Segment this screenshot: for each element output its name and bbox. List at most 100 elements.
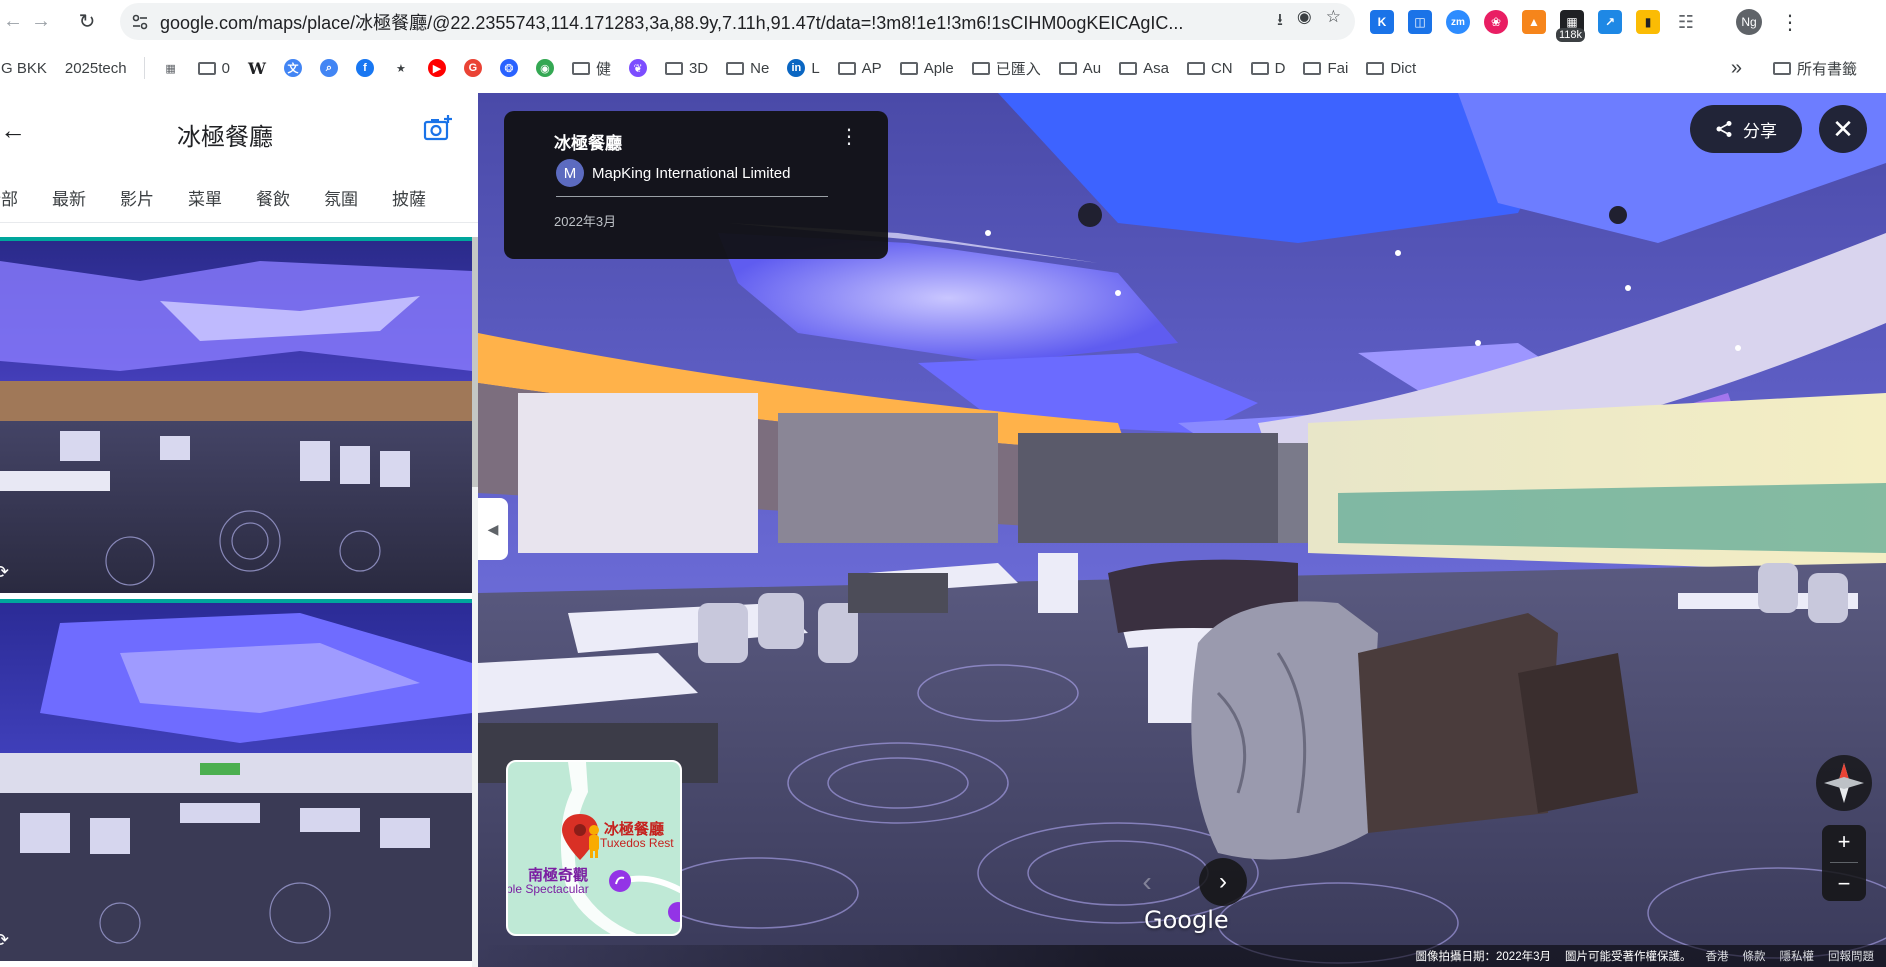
360-photo-icon: ⟳ bbox=[0, 562, 9, 583]
compass-icon[interactable] bbox=[1816, 755, 1872, 811]
add-photo-icon[interactable] bbox=[422, 113, 454, 145]
bookmark-label: Aple bbox=[923, 59, 954, 77]
bookmark-link[interactable]: ⌕ bbox=[311, 53, 347, 83]
google-icon: G bbox=[463, 59, 482, 77]
browser-toolbar: ← → ↻ google.com/maps/place/冰極餐廳/@22.235… bbox=[0, 0, 1886, 43]
folder-icon bbox=[571, 61, 590, 75]
profile-avatar[interactable]: Ng bbox=[1736, 9, 1762, 35]
author-name[interactable]: MapKing International Limited bbox=[592, 165, 790, 182]
bookmark-folder[interactable]: 已匯入 bbox=[963, 53, 1050, 83]
graph-extension-icon[interactable]: ↗ bbox=[1598, 10, 1622, 34]
photo-thumbnail[interactable]: ⟳ bbox=[0, 237, 472, 593]
photo-tab[interactable]: 披薩 bbox=[375, 185, 443, 210]
shield-extension-icon[interactable]: ◫ bbox=[1408, 10, 1432, 34]
bookmark-label: 健 bbox=[595, 60, 611, 78]
folder-icon bbox=[1058, 61, 1077, 75]
zoom-in-icon[interactable]: + bbox=[1838, 829, 1851, 855]
panel-title: 冰極餐廳 bbox=[177, 124, 273, 151]
region-link[interactable]: 香港 bbox=[1706, 948, 1729, 964]
bookmarks-separator bbox=[143, 57, 145, 79]
zoom-controls: + − bbox=[1822, 825, 1866, 901]
install-app-icon[interactable]: ⭳ bbox=[1277, 7, 1283, 36]
bookmarks-overflow-icon[interactable]: » bbox=[1731, 57, 1742, 80]
more-options-icon[interactable]: ⋮ bbox=[839, 127, 859, 147]
photo-info-card: 冰極餐廳 M MapKing International Limited 202… bbox=[504, 111, 888, 259]
bookmark-label: 2025tech bbox=[64, 59, 127, 77]
terms-link[interactable]: 條款 bbox=[1743, 948, 1766, 964]
bookmark-folder[interactable]: Au bbox=[1050, 53, 1110, 83]
folder-icon bbox=[664, 61, 683, 75]
zoom-out-icon[interactable]: − bbox=[1838, 871, 1851, 897]
url-text[interactable]: google.com/maps/place/冰極餐廳/@22.2355743,1… bbox=[160, 9, 1263, 35]
puzzle-extension-icon[interactable]: ☷ bbox=[1674, 10, 1698, 34]
folder-icon bbox=[1119, 61, 1138, 75]
minimap-place-label-en: Tuxedos Rest bbox=[600, 836, 674, 850]
brain-extension-icon[interactable]: ❀ bbox=[1484, 10, 1508, 34]
bookmark-folder[interactable]: D bbox=[1242, 53, 1295, 83]
bookmark-star-icon[interactable]: ☆ bbox=[1326, 7, 1341, 36]
bookmark-link[interactable]: ❦ bbox=[620, 53, 656, 83]
place-name[interactable]: 冰極餐廳 bbox=[554, 129, 622, 154]
star-icon: ★ bbox=[396, 62, 406, 75]
bookmark-link[interactable]: W bbox=[239, 53, 275, 83]
bookmark-link[interactable]: in L bbox=[778, 53, 828, 83]
metamask-extension-icon[interactable]: ▲ bbox=[1522, 10, 1546, 34]
reload-icon[interactable]: ↻ bbox=[70, 4, 104, 38]
photo-tab[interactable]: 最新 bbox=[35, 185, 103, 210]
street-view-panorama[interactable]: 冰極餐廳 M MapKing International Limited 202… bbox=[478, 93, 1886, 967]
photo-tab[interactable]: 影片 bbox=[103, 185, 171, 210]
close-icon[interactable]: ✕ bbox=[1819, 105, 1867, 153]
bookmark-label: Au bbox=[1082, 59, 1102, 77]
capture-date: 2022年3月 bbox=[554, 214, 617, 229]
photo-tab[interactable]: 菜單 bbox=[171, 185, 239, 210]
bookmark-label: D bbox=[1274, 59, 1286, 77]
bookmark-folder[interactable]: Aple bbox=[891, 53, 963, 83]
bookmark-link[interactable]: 2025tech bbox=[56, 53, 136, 83]
bookmark-link[interactable]: ◉ bbox=[527, 53, 563, 83]
photo-tab[interactable]: 全部 bbox=[0, 185, 35, 210]
share-button[interactable]: 分享 bbox=[1690, 105, 1802, 153]
report-link[interactable]: 回報問題 bbox=[1828, 948, 1874, 964]
k-extension-icon[interactable]: K bbox=[1370, 10, 1394, 34]
previous-photo-icon[interactable]: ‹ bbox=[1123, 858, 1171, 906]
next-photo-icon[interactable]: › bbox=[1199, 858, 1247, 906]
bookmark-folder[interactable]: CN bbox=[1178, 53, 1242, 83]
bookmark-folder[interactable]: Asa bbox=[1110, 53, 1178, 83]
bookmark-folder[interactable]: 健 bbox=[563, 53, 620, 83]
menu-dots-icon[interactable]: ⋮ bbox=[1780, 10, 1800, 35]
bookmark-folder[interactable]: 3D bbox=[656, 53, 717, 83]
eye-icon[interactable]: ◉ bbox=[1297, 7, 1312, 36]
bookmark-link[interactable]: f bbox=[347, 53, 383, 83]
all-bookmarks-folder[interactable]: 所有書籤 bbox=[1764, 53, 1866, 83]
bookmark-link[interactable]: ★ bbox=[383, 53, 419, 83]
author-avatar: M bbox=[556, 159, 584, 187]
photo-tab[interactable]: 氛圍 bbox=[307, 185, 375, 210]
bookmark-folder[interactable]: Ne bbox=[717, 53, 778, 83]
photo-navigation: ‹ › bbox=[1123, 858, 1247, 906]
zoom-extension-icon[interactable]: zm bbox=[1446, 10, 1470, 34]
ruler-extension-icon[interactable]: ▦ 118k bbox=[1556, 10, 1586, 42]
bookmark-folder[interactable]: Fai bbox=[1294, 53, 1357, 83]
all-bookmarks-label: 所有書籤 bbox=[1796, 60, 1857, 78]
bookmark-folder[interactable]: Dict bbox=[1357, 53, 1425, 83]
collapse-panel-button[interactable]: ◀ bbox=[478, 498, 508, 560]
bookmark-link[interactable]: G BKK bbox=[0, 53, 56, 83]
bookmark-link[interactable]: ▶ bbox=[419, 53, 455, 83]
address-bar[interactable]: google.com/maps/place/冰極餐廳/@22.2355743,1… bbox=[120, 3, 1355, 40]
bookmark-link[interactable]: 文 bbox=[275, 53, 311, 83]
bookmark-link[interactable]: ▦ bbox=[153, 53, 189, 83]
photo-thumbnail[interactable]: ⟳ bbox=[0, 599, 472, 961]
photo-tab[interactable]: 餐飲 bbox=[239, 185, 307, 210]
bookmark-link[interactable]: ❂ bbox=[491, 53, 527, 83]
bars-extension-icon[interactable]: ▮ bbox=[1636, 10, 1660, 34]
author-row[interactable]: M MapKing International Limited bbox=[556, 159, 790, 187]
bookmark-link[interactable]: G bbox=[455, 53, 491, 83]
butterfly-icon: ❦ bbox=[628, 59, 647, 77]
site-info-icon[interactable] bbox=[120, 13, 160, 31]
privacy-link[interactable]: 隱私權 bbox=[1780, 948, 1815, 964]
folder-icon bbox=[1186, 61, 1205, 75]
bookmark-folder[interactable]: 0 bbox=[189, 53, 239, 83]
bookmark-folder[interactable]: AP bbox=[829, 53, 891, 83]
forward-arrow-icon[interactable]: → bbox=[24, 4, 58, 38]
mini-map[interactable]: 冰極餐廳 Tuxedos Rest 南極奇觀 ple Spectacular bbox=[506, 760, 682, 936]
